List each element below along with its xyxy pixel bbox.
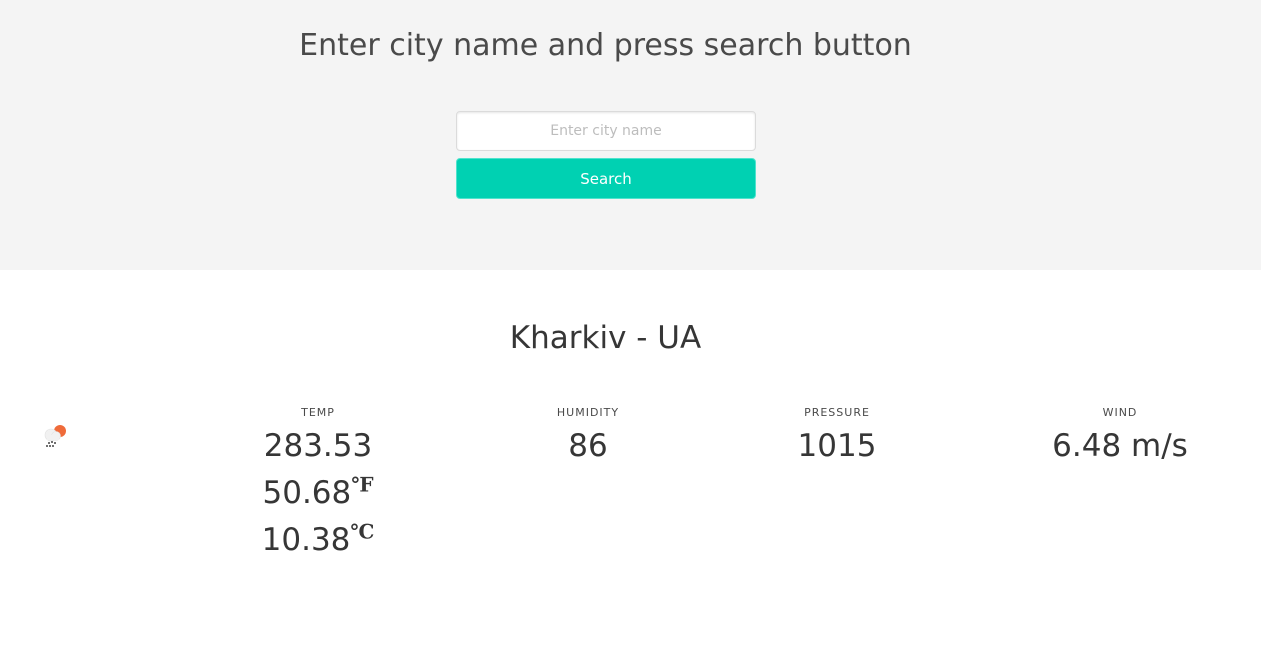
pressure-value: 1015 <box>797 428 877 464</box>
pressure-stat: PRESSURE 1015 <box>737 406 937 470</box>
wind-value: 6.48 m/s <box>1052 428 1188 464</box>
wind-label: WIND <box>1102 406 1138 419</box>
humidity-value: 86 <box>568 428 608 464</box>
temperature-fahrenheit-value: 50.68℉ <box>262 472 374 511</box>
fahrenheit-unit: ℉ <box>351 472 374 497</box>
city-search-input[interactable] <box>456 111 756 151</box>
celsius-unit: ℃ <box>350 519 375 544</box>
search-hero-section: Enter city name and press search button … <box>0 0 1261 270</box>
humidity-stat: HUMIDITY 86 <box>488 406 688 470</box>
wind-stat: WIND 6.48 m/s <box>1000 406 1240 470</box>
humidity-label: HUMIDITY <box>556 406 620 419</box>
temperature-label: TEMP <box>301 406 335 419</box>
temperature-kelvin-value: 283.53 <box>263 428 373 464</box>
temperature-celsius-value: 10.38℃ <box>261 519 375 558</box>
page-title: Enter city name and press search button <box>299 28 912 63</box>
temperature-stat: TEMP 283.53 50.68℉ 10.38℃ <box>218 406 418 564</box>
location-title: Kharkiv - UA <box>509 320 702 356</box>
rain-cloud-sun-icon <box>40 422 68 450</box>
pressure-label: PRESSURE <box>804 406 870 419</box>
search-button[interactable]: Search <box>456 158 756 199</box>
